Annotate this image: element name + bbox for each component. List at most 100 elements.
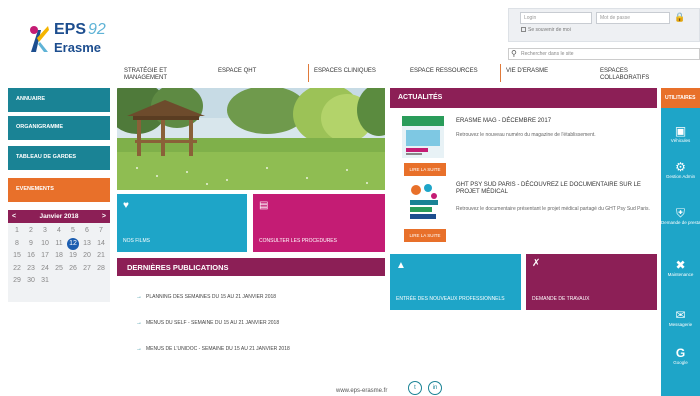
calendar-day[interactable]: 6	[80, 225, 94, 238]
calendar-day[interactable]: 23	[24, 263, 38, 276]
heart-icon: ♥	[123, 200, 129, 211]
calendar-day[interactable]: 17	[38, 250, 52, 263]
calendar-day[interactable]: 11	[52, 238, 66, 251]
calendar-header: < Janvier 2018 >	[8, 210, 110, 223]
calendar-day[interactable]: 2	[24, 225, 38, 238]
arrow-right-icon: →	[136, 320, 142, 326]
rail-item-messagerie[interactable]: ✉ Messagerie	[661, 308, 700, 327]
remember-me[interactable]: Se souvenir de moi	[521, 27, 571, 33]
calendar-day[interactable]: 29	[10, 275, 24, 288]
tools-icon: ✖	[675, 258, 686, 272]
search-icon[interactable]: ⚲	[511, 49, 517, 58]
calendar-day[interactable]: 21	[94, 250, 108, 263]
tile-procedures[interactable]: ▤ CONSULTER LES PROCEDURES	[253, 194, 385, 252]
calendar-next-button[interactable]: >	[102, 210, 106, 223]
news-text-1: Retrouvez le nouveau numéro du magazine …	[456, 132, 596, 138]
tile-procedures-label: CONSULTER LES PROCEDURES	[259, 238, 337, 244]
news-title-1[interactable]: ERASME MAG - DÉCEMBRE 2017	[456, 118, 656, 125]
read-more-button-1[interactable]: LIRE LA SUITE	[404, 163, 446, 176]
calendar-day[interactable]: 22	[10, 263, 24, 276]
nav-cliniques[interactable]: ESPACES CLINIQUES	[314, 68, 376, 75]
calendar-day[interactable]: 12	[67, 237, 79, 250]
calendar-day[interactable]: 10	[38, 238, 52, 251]
publication-item-2[interactable]: → MENUS DU SELF - SEMAINE DU 15 AU 21 JAN…	[136, 320, 279, 326]
ght-logo-thumbnail[interactable]	[406, 182, 442, 224]
news-title-2[interactable]: GHT PSY SUD PARIS - DÉCOUVREZ LE DOCUMEN…	[456, 182, 656, 196]
nav-strategie[interactable]: STRATÉGIE ET MANAGEMENT	[124, 68, 188, 82]
tile-nouveaux-label: ENTRÉE DES NOUVEAUX PROFESSIONNELS	[396, 296, 505, 302]
calendar-day[interactable]: 31	[38, 275, 52, 288]
calendar-day[interactable]: 27	[80, 263, 94, 276]
nav-vie-erasme[interactable]: VIE D'ERASME	[506, 68, 548, 75]
rail-item-vehicules[interactable]: ▣ Véhicules	[661, 124, 700, 143]
search-placeholder: Rechercher dans le site	[521, 51, 574, 57]
rail-item-maintenance[interactable]: ✖ Maintenance	[661, 258, 700, 277]
tile-travaux-label: DEMANDE DE TRAVAUX	[532, 296, 590, 302]
calendar-day[interactable]: 24	[38, 263, 52, 276]
calendar-day[interactable]: 14	[94, 238, 108, 251]
password-input[interactable]: Mot de passe	[596, 12, 670, 24]
calendar-month: Janvier 2018	[39, 213, 79, 220]
calendar-day[interactable]: 1	[10, 225, 24, 238]
calendar-day[interactable]: 18	[52, 250, 66, 263]
cart-icon: ⛨	[675, 206, 685, 220]
calendar-day[interactable]: 4	[52, 225, 66, 238]
publication-item-1[interactable]: → PLANNING DES SEMAINES DU 15 AU 21 JANVI…	[136, 294, 276, 300]
search-input[interactable]: Rechercher dans le site	[508, 48, 700, 60]
nav-collaboratifs[interactable]: ESPACES COLLABORATIFS	[600, 68, 660, 82]
tile-nouveaux[interactable]: ▲ ENTRÉE DES NOUVEAUX PROFESSIONNELS	[390, 254, 521, 310]
read-more-button-2[interactable]: LIRE LA SUITE	[404, 229, 446, 242]
tools-icon: ✗	[532, 258, 541, 269]
publication-label: PLANNING DES SEMAINES DU 15 AU 21 JANVIE…	[146, 294, 277, 300]
rail-item-gestion[interactable]: ⚙ Gestion Admin	[661, 160, 700, 179]
calendar-day[interactable]: 7	[94, 225, 108, 238]
google-icon: G	[675, 346, 686, 360]
login-input[interactable]: Login	[520, 12, 592, 24]
calendar-prev-button[interactable]: <	[12, 210, 16, 223]
rail-label: Maintenance	[667, 272, 694, 277]
nav-qht[interactable]: ESPACE QHT	[218, 68, 256, 75]
tile-films[interactable]: ♥ NOS FILMS	[117, 194, 247, 252]
publication-label: MENUS DU SELF - SEMAINE DU 15 AU 21 JANV…	[146, 320, 280, 326]
remember-checkbox[interactable]	[521, 27, 526, 33]
arrow-right-icon: →	[136, 346, 142, 352]
calendar-day[interactable]: 25	[52, 263, 66, 276]
nav-ressources[interactable]: ESPACE RESSOURCES	[410, 68, 478, 75]
calendar-day[interactable]: 5	[66, 225, 80, 238]
sidebar-item-evenements[interactable]: EVENEMENTS	[8, 178, 110, 202]
calendar-day[interactable]: 20	[80, 250, 94, 263]
publication-item-3[interactable]: → MENUS DE L'UNIDOC - SEMAINE DU 15 AU 21…	[136, 346, 290, 352]
nav-separator	[308, 64, 309, 82]
erasme-mag-thumbnail[interactable]	[402, 116, 444, 158]
logo-title[interactable]: EPS 92	[54, 22, 106, 38]
publication-label: MENUS DE L'UNIDOC - SEMAINE DU 15 AU 21 …	[146, 346, 290, 352]
utilities-header: UTILITAIRES	[661, 88, 700, 108]
rail-item-google[interactable]: G Google	[661, 346, 700, 365]
rail-label: Demande de prestations	[661, 220, 700, 225]
calendar-day[interactable]: 19	[66, 250, 80, 263]
sidebar-item-organigramme[interactable]: ORGANIGRAMME	[8, 116, 110, 140]
hero-image	[117, 88, 385, 190]
rail-item-prestations[interactable]: ⛨ Demande de prestations	[661, 206, 700, 225]
calendar-day[interactable]: 15	[10, 250, 24, 263]
lock-icon[interactable]: 🔒	[674, 12, 685, 22]
calendar-day[interactable]: 8	[10, 238, 24, 251]
calendar-day[interactable]: 16	[24, 250, 38, 263]
calendar-day[interactable]: 9	[24, 238, 38, 251]
sidebar-item-annuaire[interactable]: ANNUAIRE	[8, 88, 110, 112]
linkedin-icon[interactable]: in	[428, 381, 442, 395]
calendar-day[interactable]: 13	[80, 238, 94, 251]
tile-travaux[interactable]: ✗ DEMANDE DE TRAVAUX	[526, 254, 657, 310]
calendar-day[interactable]: 3	[38, 225, 52, 238]
nav-separator	[500, 64, 501, 82]
twitter-icon[interactable]: t	[408, 381, 422, 395]
calendar-day[interactable]: 28	[94, 263, 108, 276]
document-icon: ▤	[259, 200, 269, 211]
password-placeholder: Mot de passe	[600, 15, 631, 21]
footer-url[interactable]: www.eps-erasme.fr	[336, 388, 387, 394]
calendar-day[interactable]: 30	[24, 275, 38, 288]
arrow-right-icon: →	[136, 294, 142, 300]
calendar: < Janvier 2018 > 1 2 3 4 5 6 7 8 9 10 11 12 13 14 15 16…	[8, 210, 110, 302]
calendar-day[interactable]: 26	[66, 263, 80, 276]
sidebar-item-gardes[interactable]: TABLEAU DE GARDES	[8, 146, 110, 170]
